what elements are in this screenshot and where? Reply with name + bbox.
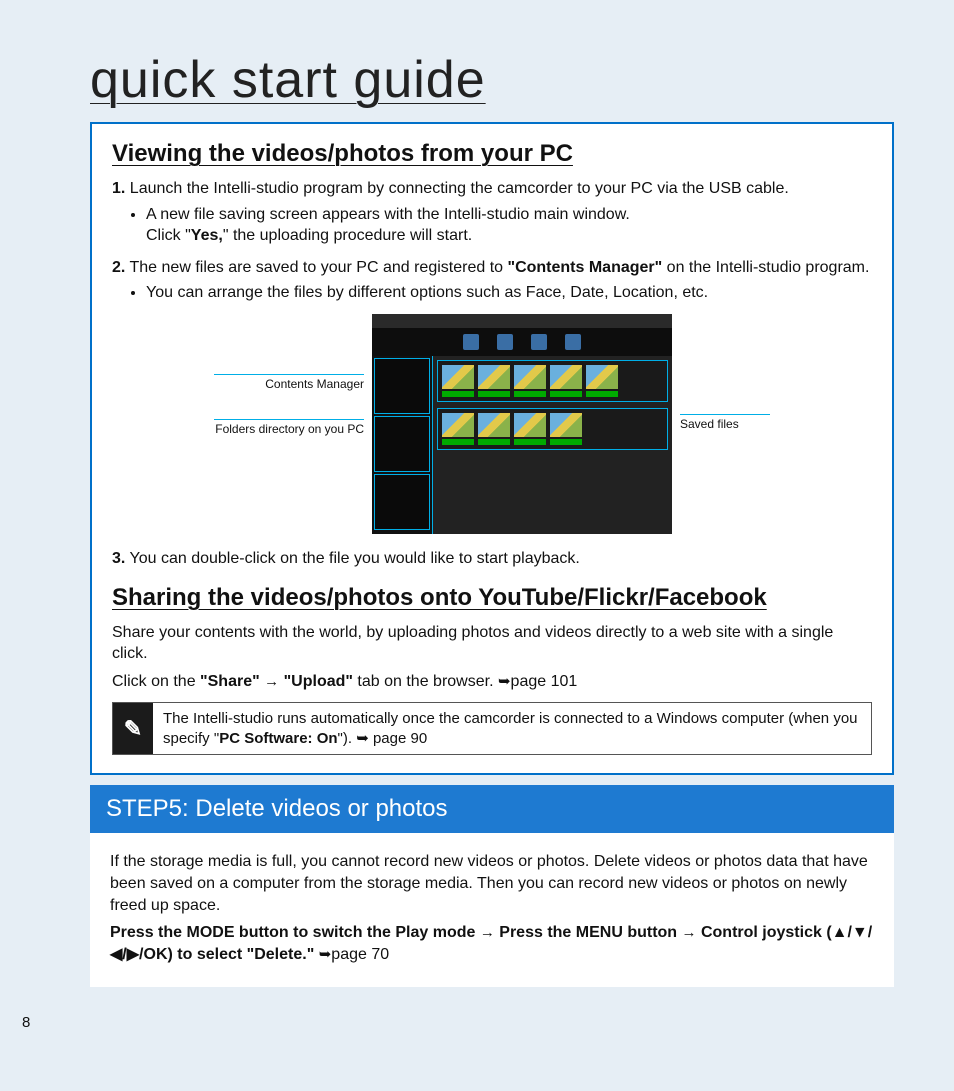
- manual-page: quick start guide Viewing the videos/pho…: [0, 0, 954, 1091]
- step-number: 1.: [112, 180, 125, 197]
- callout-saved-files: Saved files: [680, 414, 770, 431]
- steps-list: 1. Launch the Intelli-studio program by …: [112, 178, 872, 304]
- screenshot-figure: Contents Manager Folders directory on yo…: [112, 314, 872, 534]
- page-title: quick start guide: [90, 50, 894, 110]
- note-text: The Intelli-studio runs automatically on…: [153, 703, 871, 754]
- section-heading-sharing: Sharing the videos/photos onto YouTube/F…: [112, 584, 872, 612]
- callout-labels-left: Contents Manager Folders directory on yo…: [214, 314, 364, 436]
- steps-list-cont: 3. You can double-click on the file you …: [112, 548, 872, 570]
- page-number: 8: [22, 1014, 30, 1031]
- intelli-studio-screenshot: [372, 314, 672, 534]
- section-heading-viewing: Viewing the videos/photos from your PC: [112, 140, 872, 168]
- step-number: 3.: [112, 550, 125, 567]
- step1-sublist: A new file saving screen appears with th…: [112, 204, 872, 247]
- main-content-box: Viewing the videos/photos from your PC 1…: [90, 122, 894, 775]
- step-text: Launch the Intelli-studio program by con…: [130, 180, 789, 197]
- sharing-para1: Share your contents with the world, by u…: [112, 622, 872, 665]
- note-box: ✎ The Intelli-studio runs automatically …: [112, 702, 872, 755]
- step-number: 2.: [112, 259, 125, 276]
- callout-labels-right: Saved files: [680, 314, 770, 431]
- callout-folders-directory: Folders directory on you PC: [214, 419, 364, 436]
- step2-bullet: You can arrange the files by different o…: [146, 282, 872, 304]
- step5-para2: Press the MODE button to switch the Play…: [110, 922, 874, 965]
- note-icon: ✎: [113, 703, 153, 754]
- step-2: 2. The new files are saved to your PC an…: [112, 257, 872, 304]
- step-3: 3. You can double-click on the file you …: [112, 548, 872, 570]
- callout-contents-manager: Contents Manager: [214, 374, 364, 391]
- step1-bullet: A new file saving screen appears with th…: [146, 204, 872, 247]
- step5-para1: If the storage media is full, you cannot…: [110, 851, 874, 916]
- step-1: 1. Launch the Intelli-studio program by …: [112, 178, 872, 247]
- step5-body: If the storage media is full, you cannot…: [90, 833, 894, 987]
- step2-sublist: You can arrange the files by different o…: [112, 282, 872, 304]
- step5-heading: STEP5: Delete videos or photos: [90, 785, 894, 833]
- step-text: You can double-click on the file you wou…: [130, 550, 580, 567]
- sharing-para2: Click on the "Share" → "Upload" tab on t…: [112, 671, 872, 693]
